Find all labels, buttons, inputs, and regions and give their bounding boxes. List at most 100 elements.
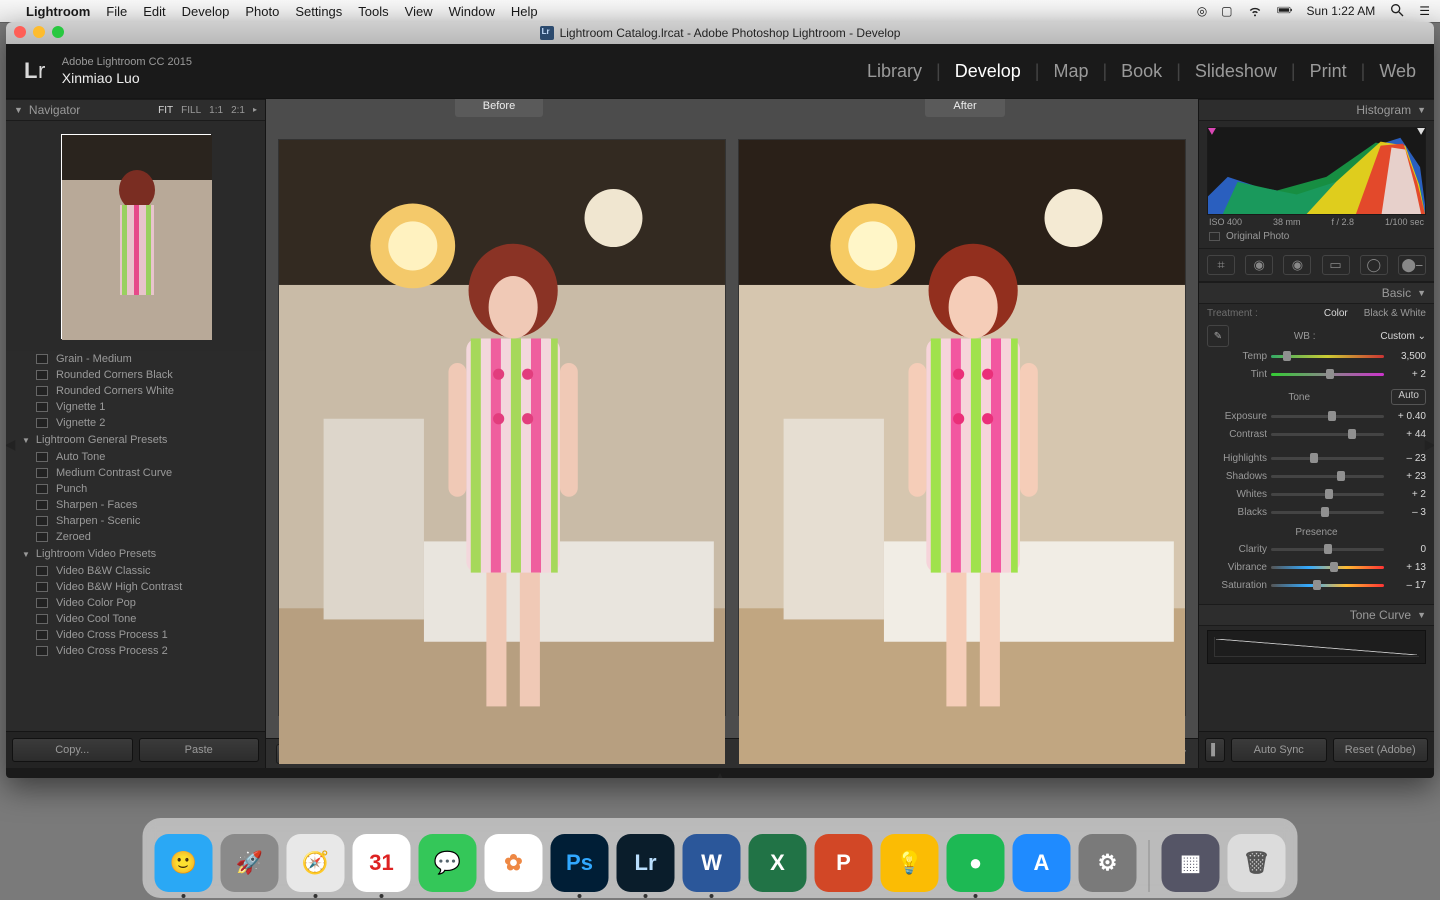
redeye-tool[interactable]: ◉: [1283, 255, 1311, 275]
preset-item[interactable]: Rounded Corners White: [6, 383, 265, 399]
saturation-slider[interactable]: [1271, 579, 1384, 591]
menu-settings[interactable]: Settings: [295, 4, 342, 19]
menu-develop[interactable]: Develop: [182, 4, 230, 19]
dock-app-settings[interactable]: ⚙: [1079, 834, 1137, 892]
zoom-fill[interactable]: FILL: [181, 105, 201, 116]
contrast-slider[interactable]: [1271, 428, 1384, 440]
exposure-value[interactable]: + 0.40: [1388, 411, 1426, 422]
dock-app-spotify[interactable]: ●: [947, 834, 1005, 892]
window-titlebar[interactable]: Lightroom Catalog.lrcat - Adobe Photosho…: [6, 22, 1434, 44]
tint-slider[interactable]: [1271, 368, 1384, 380]
cc-status-icon[interactable]: ◎: [1197, 4, 1207, 18]
preset-item[interactable]: Video Color Pop: [6, 595, 265, 611]
preset-item[interactable]: Video Cross Process 2: [6, 643, 265, 659]
sync-switch[interactable]: ▌: [1205, 738, 1225, 762]
module-slideshow[interactable]: Slideshow: [1195, 61, 1277, 82]
original-photo-toggle[interactable]: Original Photo: [1207, 227, 1426, 244]
wb-eyedropper[interactable]: ✎: [1207, 325, 1229, 347]
module-web[interactable]: Web: [1379, 61, 1416, 82]
menu-app[interactable]: Lightroom: [26, 4, 90, 19]
highlights-slider[interactable]: [1271, 452, 1384, 464]
preset-item[interactable]: Sharpen - Scenic: [6, 513, 265, 529]
preset-item[interactable]: Rounded Corners Black: [6, 367, 265, 383]
zoom-2-1[interactable]: 2:1: [231, 105, 245, 116]
preset-item[interactable]: Video Cross Process 1: [6, 627, 265, 643]
spot-tool[interactable]: ◉: [1245, 255, 1273, 275]
spotlight-icon[interactable]: [1389, 2, 1405, 21]
module-map[interactable]: Map: [1053, 61, 1088, 82]
zoom-menu-icon[interactable]: ▸: [253, 105, 257, 116]
copy-button[interactable]: Copy...: [12, 738, 133, 762]
navigator-preview[interactable]: [6, 121, 265, 351]
preset-group[interactable]: ▼Lightroom Video Presets: [6, 545, 265, 563]
menu-file[interactable]: File: [106, 4, 127, 19]
tonecurve-graph[interactable]: [1207, 630, 1426, 664]
preset-item[interactable]: Vignette 1: [6, 399, 265, 415]
crop-tool[interactable]: ⌗: [1207, 255, 1235, 275]
menu-help[interactable]: Help: [511, 4, 538, 19]
tint-value[interactable]: + 2: [1388, 369, 1426, 380]
right-panel-toggle[interactable]: ▶: [1424, 432, 1434, 456]
blacks-slider[interactable]: [1271, 506, 1384, 518]
menu-extra-icon[interactable]: ☰: [1419, 4, 1430, 18]
dock-app-safari[interactable]: 🧭: [287, 834, 345, 892]
shadows-value[interactable]: + 23: [1388, 471, 1426, 482]
paste-button[interactable]: Paste: [139, 738, 260, 762]
menu-window[interactable]: Window: [449, 4, 495, 19]
preset-group[interactable]: ▼Lightroom General Presets: [6, 431, 265, 449]
whites-slider[interactable]: [1271, 488, 1384, 500]
temp-value[interactable]: 3,500: [1388, 351, 1426, 362]
menu-view[interactable]: View: [405, 4, 433, 19]
menu-tools[interactable]: Tools: [358, 4, 388, 19]
dock-app-launchpad[interactable]: 🚀: [221, 834, 279, 892]
dock-app-excel[interactable]: X: [749, 834, 807, 892]
preset-item[interactable]: Video Cool Tone: [6, 611, 265, 627]
clarity-slider[interactable]: [1271, 543, 1384, 555]
preset-item[interactable]: Medium Contrast Curve: [6, 465, 265, 481]
left-panel-toggle[interactable]: ◀: [6, 432, 16, 456]
wb-select[interactable]: Custom ⌄: [1380, 331, 1426, 342]
temp-slider[interactable]: [1271, 350, 1384, 362]
preset-item[interactable]: Auto Tone: [6, 449, 265, 465]
blacks-value[interactable]: – 3: [1388, 507, 1426, 518]
exposure-slider[interactable]: [1271, 410, 1384, 422]
auto-sync-button[interactable]: Auto Sync: [1231, 738, 1327, 762]
minimize-button[interactable]: [33, 26, 45, 38]
preset-item[interactable]: Vignette 2: [6, 415, 265, 431]
close-button[interactable]: [14, 26, 26, 38]
contrast-value[interactable]: + 44: [1388, 429, 1426, 440]
after-photo[interactable]: [738, 139, 1186, 716]
histogram-graph[interactable]: [1207, 127, 1426, 215]
brush-tool[interactable]: ⬤⎯: [1398, 255, 1426, 275]
vibrance-slider[interactable]: [1271, 561, 1384, 573]
preset-item[interactable]: Grain - Medium: [6, 351, 265, 367]
preset-item[interactable]: Zeroed: [6, 529, 265, 545]
menubar-clock[interactable]: Sun 1:22 AM: [1307, 4, 1376, 18]
dock-app-lightroom[interactable]: Lr: [617, 834, 675, 892]
basic-header[interactable]: Basic ▼: [1199, 282, 1434, 304]
whites-value[interactable]: + 2: [1388, 489, 1426, 500]
wifi-icon[interactable]: [1247, 2, 1263, 21]
zoom-button[interactable]: [52, 26, 64, 38]
preset-item[interactable]: Video B&W Classic: [6, 563, 265, 579]
dock-app-powerpoint[interactable]: P: [815, 834, 873, 892]
saturation-value[interactable]: – 17: [1388, 580, 1426, 591]
shadows-slider[interactable]: [1271, 470, 1384, 482]
treatment-color[interactable]: Color: [1324, 308, 1348, 319]
module-develop[interactable]: Develop: [955, 61, 1021, 82]
treatment-bw[interactable]: Black & White: [1364, 308, 1426, 319]
clarity-value[interactable]: 0: [1388, 544, 1426, 555]
vibrance-value[interactable]: + 13: [1388, 562, 1426, 573]
dock-app-calendar[interactable]: 31: [353, 834, 411, 892]
dock-app-finder[interactable]: 🙂: [155, 834, 213, 892]
auto-tone-button[interactable]: Auto: [1391, 389, 1426, 405]
preset-item[interactable]: Video B&W High Contrast: [6, 579, 265, 595]
menu-edit[interactable]: Edit: [143, 4, 165, 19]
dock-app-photoshop[interactable]: Ps: [551, 834, 609, 892]
menu-photo[interactable]: Photo: [245, 4, 279, 19]
filmstrip-toggle[interactable]: ▴: [6, 768, 1434, 778]
module-print[interactable]: Print: [1310, 61, 1347, 82]
preset-item[interactable]: Punch: [6, 481, 265, 497]
preset-item[interactable]: Sharpen - Faces: [6, 497, 265, 513]
before-photo[interactable]: [278, 139, 726, 716]
